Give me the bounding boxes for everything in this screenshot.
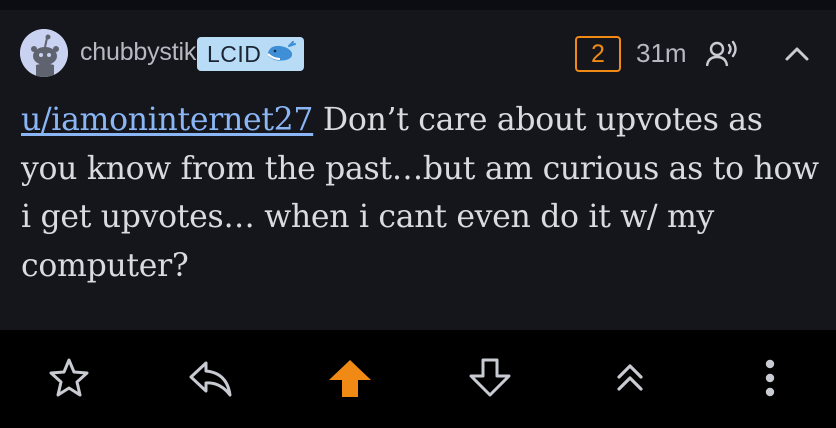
score-badge: 2 [575,36,621,72]
comment-age: 31m [636,38,687,68]
comment-author[interactable]: chubbystik [80,34,196,70]
action-bar [0,330,836,428]
divider [0,0,836,10]
comment-body: u/iamoninternet27 Don’t care about upvot… [21,96,821,290]
whale-icon [266,41,297,67]
upvote-arrow-icon[interactable] [326,354,374,402]
comment-card: chubbystik LCID 2 31m u/iamoninternet27 … [0,0,836,330]
downvote-arrow-icon[interactable] [466,354,514,402]
more-vertical-icon[interactable] [746,354,794,402]
reply-icon[interactable] [186,354,234,402]
speaker-icon[interactable] [705,40,742,68]
star-icon[interactable] [45,354,93,402]
chevron-up-icon[interactable] [782,40,812,66]
double-chevron-up-icon[interactable] [606,354,654,402]
user-flair: LCID [197,37,305,71]
user-mention-link[interactable]: u/iamoninternet27 [21,102,313,138]
avatar[interactable] [20,29,68,77]
flair-label: LCID [207,40,262,67]
